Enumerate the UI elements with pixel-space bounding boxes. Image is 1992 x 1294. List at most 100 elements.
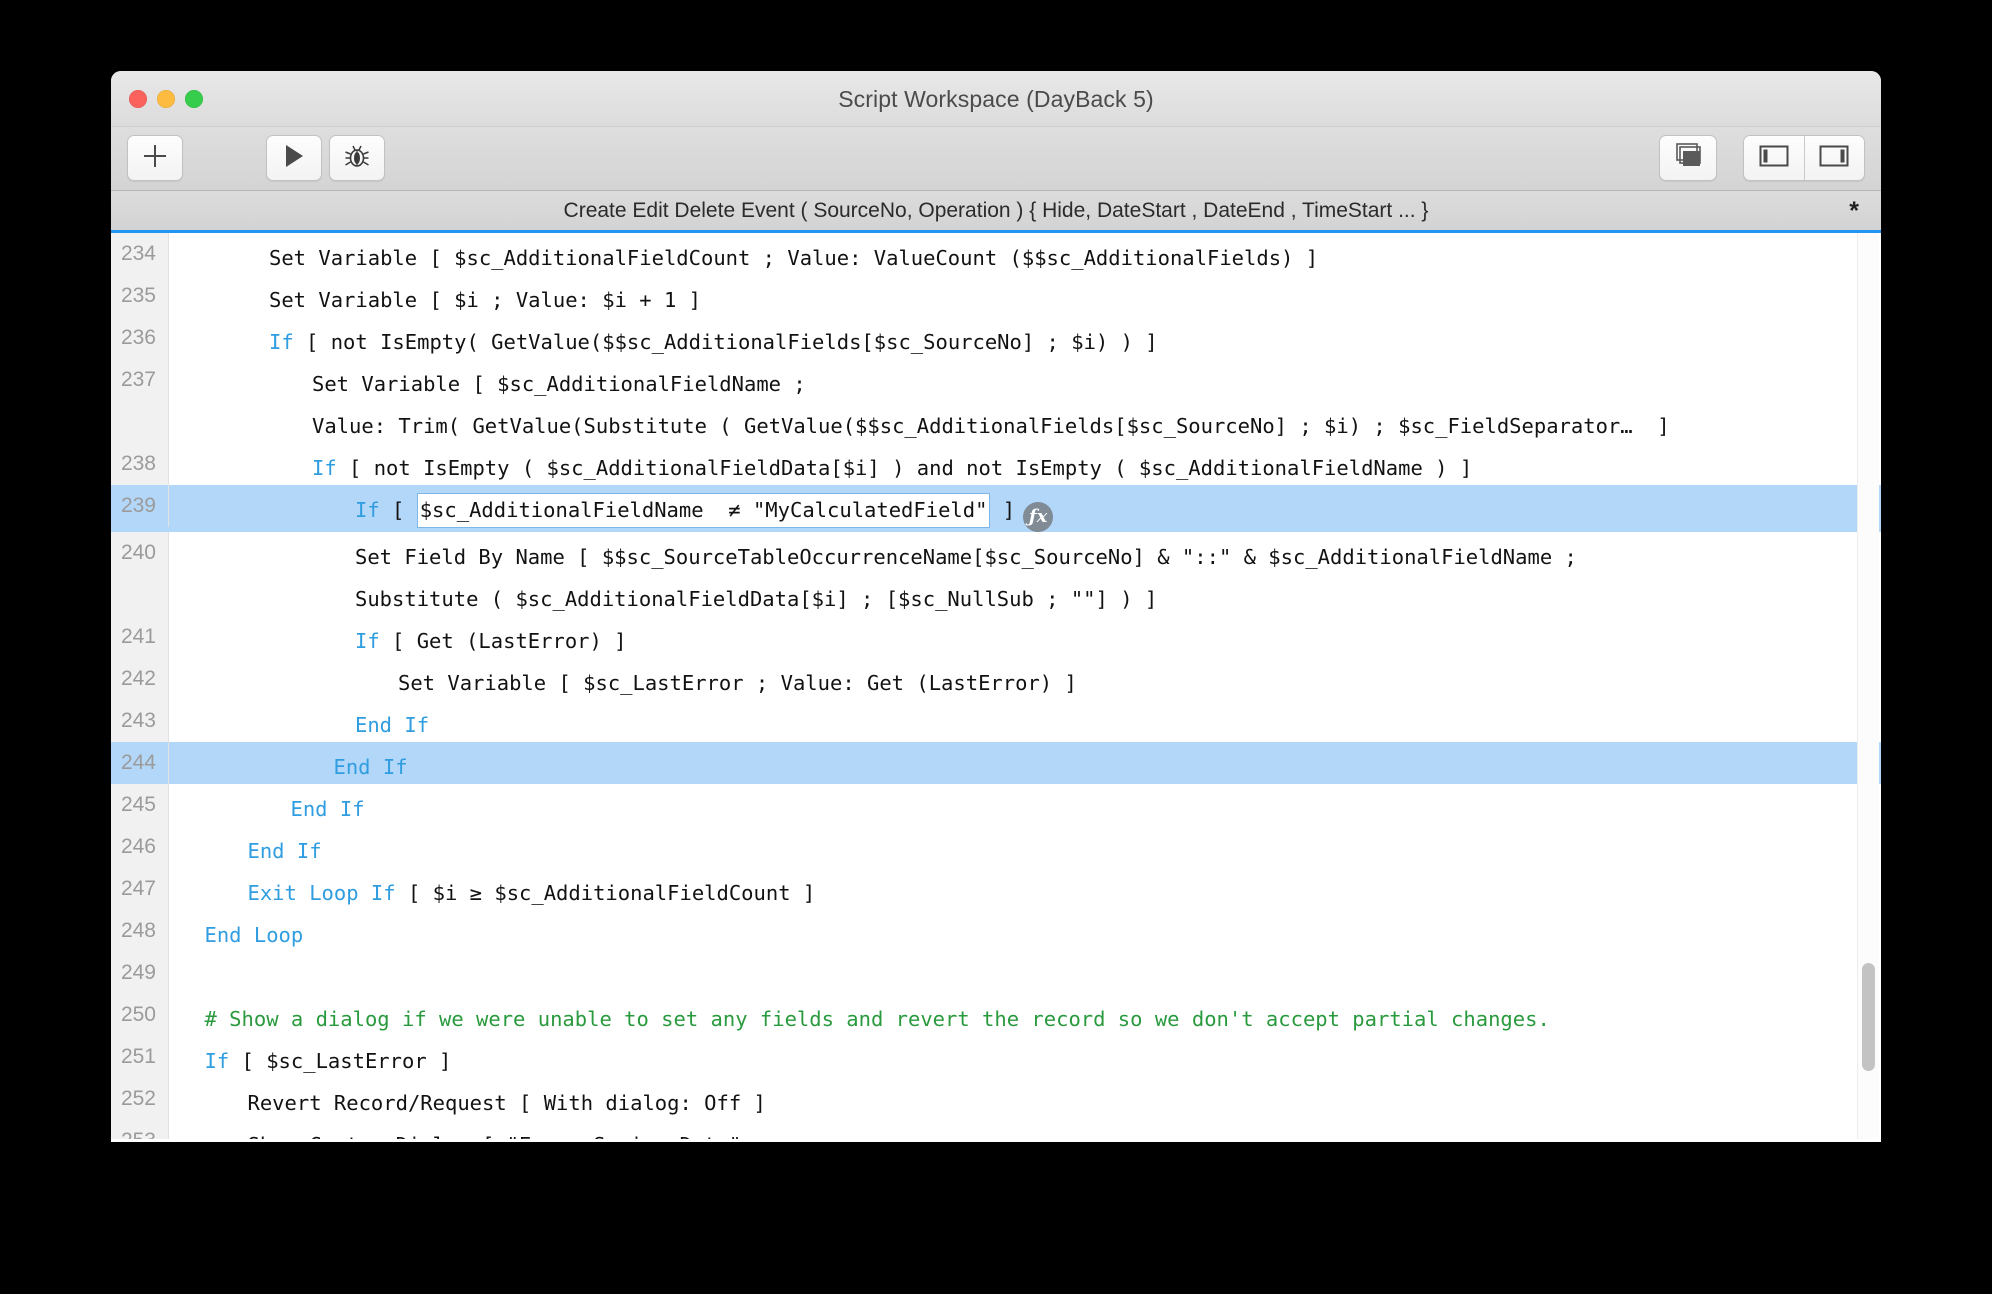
debug-script-button[interactable] — [329, 135, 385, 181]
line-number: 242 — [111, 658, 169, 700]
script-step-text[interactable]: Exit Loop If [ $i ≥ $sc_AdditionalFieldC… — [169, 868, 1881, 910]
formula-fx-button[interactable]: ƒx — [1023, 502, 1054, 532]
script-step-text[interactable]: Show Custom Dialog [ "Error Saving Data"… — [169, 1120, 1881, 1139]
script-step-row[interactable]: 253 Show Custom Dialog [ "Error Saving Da… — [111, 1120, 1881, 1139]
script-step-row[interactable]: 246 End If — [111, 826, 1881, 868]
unsaved-changes-marker: * — [1849, 197, 1859, 225]
line-number: 253 — [111, 1120, 169, 1139]
step-keyword: Exit Loop If — [247, 881, 396, 905]
step-keyword: If — [355, 498, 380, 522]
line-number — [111, 574, 169, 616]
script-step-text[interactable]: Set Field By Name [ $$sc_SourceTableOccu… — [169, 532, 1881, 574]
script-step-text[interactable]: End Loop — [169, 910, 1881, 952]
step-text: Set Variable [ $sc_AdditionalFieldCount … — [269, 246, 1319, 270]
step-keyword: If — [204, 1049, 230, 1073]
step-text: [ not IsEmpty ( $sc_AdditionalFieldData[… — [336, 456, 1473, 480]
line-number: 249 — [111, 952, 169, 994]
line-number: 238 — [111, 443, 169, 485]
right-pane-icon — [1818, 143, 1850, 174]
script-step-text[interactable]: Set Variable [ $sc_LastError ; Value: Ge… — [169, 658, 1881, 700]
script-step-editor[interactable]: 234 Set Variable [ $sc_AdditionalFieldCou… — [111, 233, 1881, 1139]
script-step-row[interactable]: 237 Set Variable [ $sc_AdditionalFieldNam… — [111, 359, 1881, 401]
script-step-text[interactable]: # Show a dialog if we were unable to set… — [169, 994, 1881, 1036]
script-step-text[interactable]: If [ not IsEmpty( GetValue($$sc_Addition… — [169, 317, 1881, 359]
script-step-row[interactable]: 248 End Loop — [111, 910, 1881, 952]
line-number: 234 — [111, 233, 169, 275]
line-number: 248 — [111, 910, 169, 952]
script-step-row[interactable]: 242 Set Variable [ $sc_LastError ; Value:… — [111, 658, 1881, 700]
script-workspace-window: Script Workspace (DayBack 5) Create Edit… — [111, 71, 1881, 1142]
run-script-button[interactable] — [266, 135, 322, 181]
script-step-text[interactable]: Set Variable [ $sc_AdditionalFieldName ; — [169, 359, 1881, 401]
script-step-row[interactable]: Substitute ( $sc_AdditionalFieldData[$i]… — [111, 574, 1881, 616]
line-number: 236 — [111, 317, 169, 359]
step-text: Set Variable [ $sc_AdditionalFieldName ; — [312, 372, 806, 396]
script-step-row[interactable]: 249 — [111, 952, 1881, 994]
line-number: 241 — [111, 616, 169, 658]
vertical-scrollbar-thumb[interactable] — [1862, 963, 1875, 1071]
new-script-button[interactable] — [127, 135, 183, 181]
line-number: 240 — [111, 532, 169, 574]
script-step-row[interactable]: Value: Trim( GetValue(Substitute ( GetVa… — [111, 401, 1881, 443]
script-step-text[interactable]: If [ $sc_LastError ] — [169, 1036, 1881, 1078]
script-step-row[interactable]: 251 If [ $sc_LastError ] — [111, 1036, 1881, 1078]
script-step-text[interactable]: Set Variable [ $sc_AdditionalFieldCount … — [169, 233, 1881, 275]
step-text: [ $i ≥ $sc_AdditionalFieldCount ] — [395, 881, 816, 905]
pane-toggle-group — [1743, 135, 1865, 181]
script-step-row[interactable]: 245 End If — [111, 784, 1881, 826]
script-step-text[interactable]: If [ not IsEmpty ( $sc_AdditionalFieldDa… — [169, 443, 1881, 485]
step-text: Substitute ( $sc_AdditionalFieldData[$i]… — [355, 587, 1158, 611]
bug-icon — [344, 143, 370, 174]
step-keyword: If — [312, 456, 337, 480]
script-step-row[interactable]: 238 If [ not IsEmpty ( $sc_AdditionalFiel… — [111, 443, 1881, 485]
script-name-bar[interactable]: Create Edit Delete Event ( SourceNo, Ope… — [111, 191, 1881, 233]
script-step-row[interactable]: 252 Revert Record/Request [ With dialog: … — [111, 1078, 1881, 1120]
toggle-left-pane-button[interactable] — [1744, 136, 1804, 180]
window-titlebar: Script Workspace (DayBack 5) — [111, 71, 1881, 127]
line-number: 235 — [111, 275, 169, 317]
script-step-text[interactable]: Substitute ( $sc_AdditionalFieldData[$i]… — [169, 574, 1881, 616]
script-step-text[interactable]: End If — [169, 826, 1881, 868]
script-step-text[interactable]: Revert Record/Request [ With dialog: Off… — [169, 1078, 1881, 1120]
script-step-row[interactable]: 236 If [ not IsEmpty( GetValue($$sc_Addit… — [111, 317, 1881, 359]
vertical-scrollbar[interactable] — [1857, 233, 1879, 1139]
step-calculation-field[interactable]: $sc_AdditionalFieldName ≠ "MyCalculatedF… — [417, 494, 990, 527]
step-text: [ Get (LastError) ] — [379, 629, 627, 653]
script-step-row[interactable]: 235 Set Variable [ $i ; Value: $i + 1 ] — [111, 275, 1881, 317]
step-comment: # Show a dialog if we were unable to set… — [204, 1007, 1550, 1031]
script-step-row[interactable]: 247 Exit Loop If [ $i ≥ $sc_AdditionalFie… — [111, 868, 1881, 910]
line-number: 251 — [111, 1036, 169, 1078]
left-pane-icon — [1758, 143, 1790, 174]
script-step-text[interactable]: Set Variable [ $i ; Value: $i + 1 ] — [169, 275, 1881, 317]
line-number: 245 — [111, 784, 169, 826]
script-step-row[interactable]: 240 Set Field By Name [ $$sc_SourceTableO… — [111, 532, 1881, 574]
script-step-list: 234 Set Variable [ $sc_AdditionalFieldCou… — [111, 233, 1881, 1139]
stacked-windows-icon — [1673, 142, 1703, 175]
step-text: Set Field By Name [ $$sc_SourceTableOccu… — [355, 545, 1577, 569]
script-step-text[interactable]: If [ $sc_AdditionalFieldName ≠ "MyCalcul… — [169, 485, 1881, 532]
show-copies-button[interactable] — [1659, 135, 1717, 181]
script-step-text[interactable]: End If — [169, 784, 1881, 826]
line-number: 250 — [111, 994, 169, 1036]
script-step-row[interactable]: 234 Set Variable [ $sc_AdditionalFieldCou… — [111, 233, 1881, 275]
script-step-text[interactable]: If [ Get (LastError) ] — [169, 616, 1881, 658]
step-text: [ $sc_LastError ] — [229, 1049, 452, 1073]
step-text: Show Custom Dialog [ "Error Saving Data"… — [248, 1133, 766, 1139]
window-title: Script Workspace (DayBack 5) — [838, 86, 1154, 112]
step-text: Set Variable [ $i ; Value: $i + 1 ] — [269, 288, 701, 312]
script-step-text[interactable]: End If — [169, 742, 1881, 784]
line-number: 246 — [111, 826, 169, 868]
script-step-row[interactable]: 243 End If — [111, 700, 1881, 742]
step-text: ] — [990, 498, 1016, 522]
script-step-row[interactable]: 250 # Show a dialog if we were unable to … — [111, 994, 1881, 1036]
line-number: 243 — [111, 700, 169, 742]
script-step-row[interactable]: 239 If [ $sc_AdditionalFieldName ≠ "MyCal… — [111, 485, 1881, 532]
script-step-text[interactable]: Value: Trim( GetValue(Substitute ( GetVa… — [169, 401, 1881, 443]
script-step-text[interactable] — [169, 952, 1881, 994]
script-step-text[interactable]: End If — [169, 700, 1881, 742]
script-step-row[interactable]: 241 If [ Get (LastError) ] — [111, 616, 1881, 658]
toggle-right-pane-button[interactable] — [1803, 136, 1865, 180]
script-step-row[interactable]: 244 End If — [111, 742, 1881, 784]
step-keyword: End Loop — [204, 923, 304, 947]
step-keyword: If — [355, 629, 380, 653]
